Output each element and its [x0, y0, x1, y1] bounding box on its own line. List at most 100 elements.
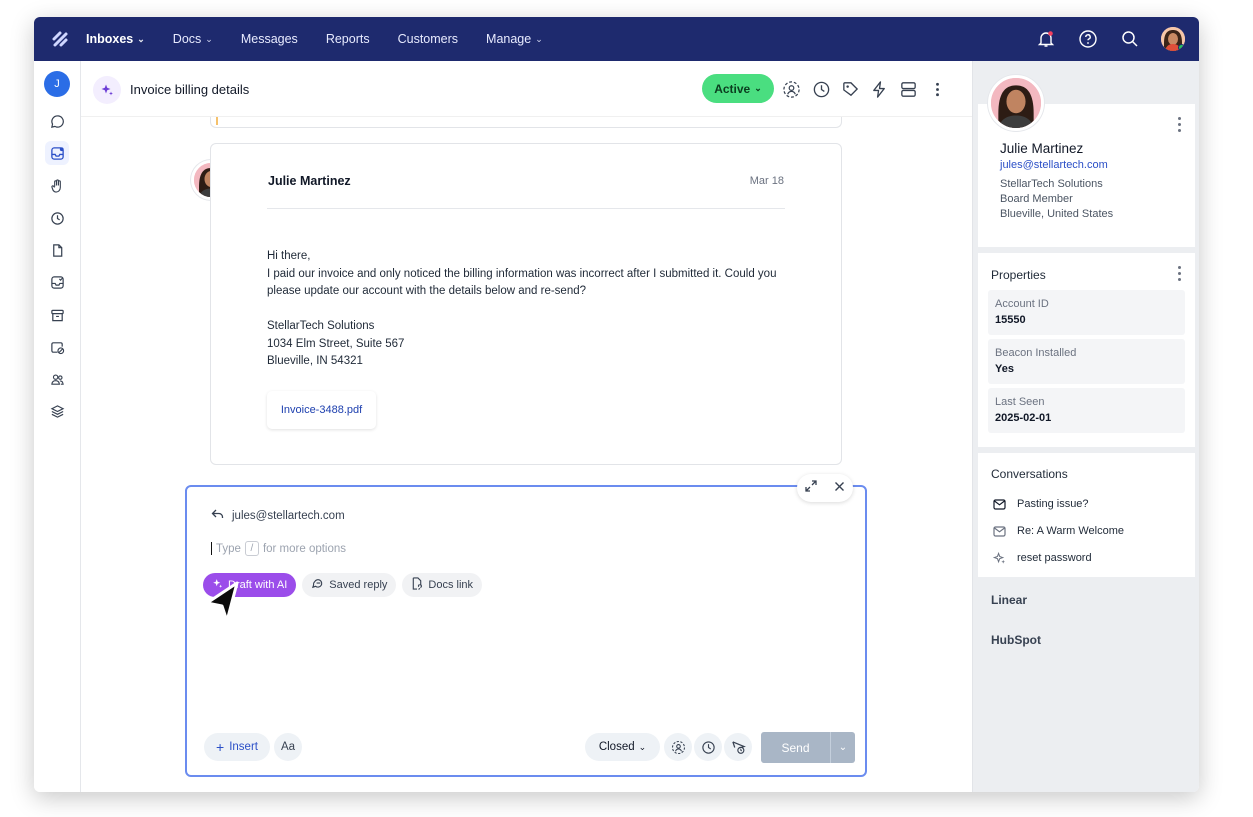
nav-messages[interactable]: Messages [241, 32, 298, 46]
assign-icon[interactable] [779, 77, 803, 101]
message-body: Hi there, I paid our invoice and only no… [267, 248, 777, 371]
reply-composer[interactable]: jules@stellartech.com Type / for more op… [185, 474, 867, 777]
nav-manage[interactable]: Manage ⌄ [486, 32, 543, 46]
app-window: Inboxes ⌄ Docs ⌄ Messages Reports Customer… [34, 17, 1199, 792]
nav-docs-label: Docs [172, 32, 202, 46]
send-options-button[interactable]: ⌄ [830, 732, 855, 763]
archive-icon[interactable] [45, 303, 69, 327]
properties-heading: Properties [991, 268, 1046, 282]
property-key: Last Seen [995, 396, 1045, 408]
status-dropdown[interactable]: Active ⌄ [702, 74, 774, 103]
conversation-item-label: reset password [1017, 552, 1092, 564]
conversation-header: Invoice billing details Active ⌄ [81, 61, 972, 117]
more-options-icon[interactable] [1175, 115, 1183, 133]
insert-button[interactable]: + Insert [204, 733, 270, 761]
address-line-2: 1034 Elm Street, Suite 567 [267, 337, 405, 350]
snooze-clock-icon[interactable] [809, 77, 833, 101]
reply-to-email: jules@stellartech.com [232, 509, 345, 522]
placeholder-rest: for more options [262, 542, 347, 555]
left-rail: J [34, 61, 81, 792]
nav-inboxes[interactable]: Inboxes ⌄ [86, 32, 145, 46]
conversation-title: Invoice billing details [130, 82, 250, 97]
customer-email[interactable]: jules@stellartech.com [1000, 159, 1108, 171]
properties-card: Properties Account ID 15550 Beacon Instal… [978, 253, 1195, 447]
saved-reply-button[interactable]: Saved reply [302, 573, 397, 597]
mouse-pointer-icon [205, 581, 239, 623]
layout-icon[interactable] [896, 77, 920, 101]
layers-icon[interactable] [45, 399, 69, 423]
slash-key: / [244, 541, 259, 556]
status-after-send-dropdown[interactable]: Closed ⌄ [585, 733, 660, 761]
placeholder-type: Type [216, 542, 241, 555]
address-line-3: Blueville, IN 54321 [267, 355, 363, 367]
chevron-down-icon: ⌄ [754, 83, 762, 93]
conversation-item[interactable]: reset password [991, 547, 1092, 569]
sparkle-icon[interactable] [93, 76, 121, 104]
customer-name: Julie Martinez [1000, 141, 1084, 156]
status-label: Active [714, 81, 751, 96]
mail-icon [991, 523, 1007, 539]
chevron-down-icon: ⌄ [205, 33, 213, 44]
inbox-icon[interactable] [45, 141, 69, 165]
snooze-clock-icon[interactable] [694, 733, 722, 761]
property-value: Yes [995, 363, 1014, 375]
app-linear[interactable]: Linear [991, 593, 1027, 607]
user-avatar[interactable] [1161, 27, 1185, 51]
expand-icon[interactable] [805, 479, 817, 497]
nav-manage-label: Manage [486, 32, 532, 46]
schedule-send-icon[interactable] [724, 733, 752, 761]
more-options-icon[interactable] [925, 77, 949, 101]
thread: Julie Martinez Mar 18 Hi there, I paid o… [81, 117, 972, 792]
docs-link-button[interactable]: Docs link [402, 573, 483, 597]
assign-icon[interactable] [664, 733, 692, 761]
customer-sidebar: Julie Martinez jules@stellartech.com Ste… [972, 61, 1199, 792]
user-initial: J [54, 78, 60, 90]
property-beacon-installed: Beacon Installed Yes [988, 339, 1185, 384]
spam-icon[interactable] [45, 335, 69, 359]
chevron-down-icon: ⌄ [535, 33, 543, 44]
nav-customers[interactable]: Customers [398, 32, 458, 46]
chevron-down-icon: ⌄ [137, 33, 145, 44]
more-options-icon[interactable] [1175, 264, 1183, 282]
reply-to-row[interactable]: jules@stellartech.com [211, 508, 345, 523]
format-text-button[interactable]: Aa [274, 733, 302, 761]
hand-icon[interactable] [45, 173, 69, 197]
inbox-check-icon[interactable] [45, 270, 69, 294]
bell-icon[interactable] [1025, 17, 1067, 61]
conversation-item[interactable]: Re: A Warm Welcome [991, 520, 1124, 542]
insert-label: Insert [229, 741, 258, 753]
send-button[interactable]: Send [761, 732, 830, 763]
conversation-item-label: Re: A Warm Welcome [1017, 525, 1124, 537]
note-marker [216, 117, 218, 125]
tag-icon[interactable] [838, 77, 862, 101]
document-icon[interactable] [45, 238, 69, 262]
nav-reports[interactable]: Reports [326, 32, 370, 46]
nav-docs[interactable]: Docs ⌄ [173, 32, 213, 46]
help-icon[interactable] [1067, 17, 1109, 61]
nav-right [1025, 17, 1199, 61]
app-hubspot[interactable]: HubSpot [991, 633, 1041, 647]
nav-messages-label: Messages [240, 32, 298, 46]
conversation-item[interactable]: Pasting issue? [991, 493, 1089, 515]
divider [267, 208, 785, 209]
close-icon[interactable] [834, 479, 845, 497]
composer-input[interactable]: Type / for more options [211, 541, 346, 556]
team-icon[interactable] [45, 367, 69, 391]
chevron-down-icon: ⌄ [838, 742, 848, 753]
chat-icon[interactable] [45, 109, 69, 133]
conversations-heading: Conversations [991, 467, 1068, 481]
search-icon[interactable] [1109, 17, 1151, 61]
mail-icon [991, 496, 1007, 512]
attachment-link[interactable]: Invoice-3488.pdf [267, 391, 376, 429]
nav-inboxes-label: Inboxes [86, 32, 134, 46]
message-greeting: Hi there, [267, 250, 311, 262]
current-user-avatar[interactable]: J [44, 71, 70, 97]
customer-avatar [988, 75, 1044, 131]
clock-icon[interactable] [45, 206, 69, 230]
composer-footer: + Insert Aa Closed ⌄ Send ⌄ [187, 719, 865, 775]
logo-icon[interactable] [34, 17, 86, 61]
customer-message: Julie Martinez Mar 18 Hi there, I paid o… [210, 143, 842, 465]
top-nav: Inboxes ⌄ Docs ⌄ Messages Reports Customer… [34, 17, 1199, 61]
workflow-bolt-icon[interactable] [867, 77, 891, 101]
docs-link-icon [411, 577, 423, 593]
